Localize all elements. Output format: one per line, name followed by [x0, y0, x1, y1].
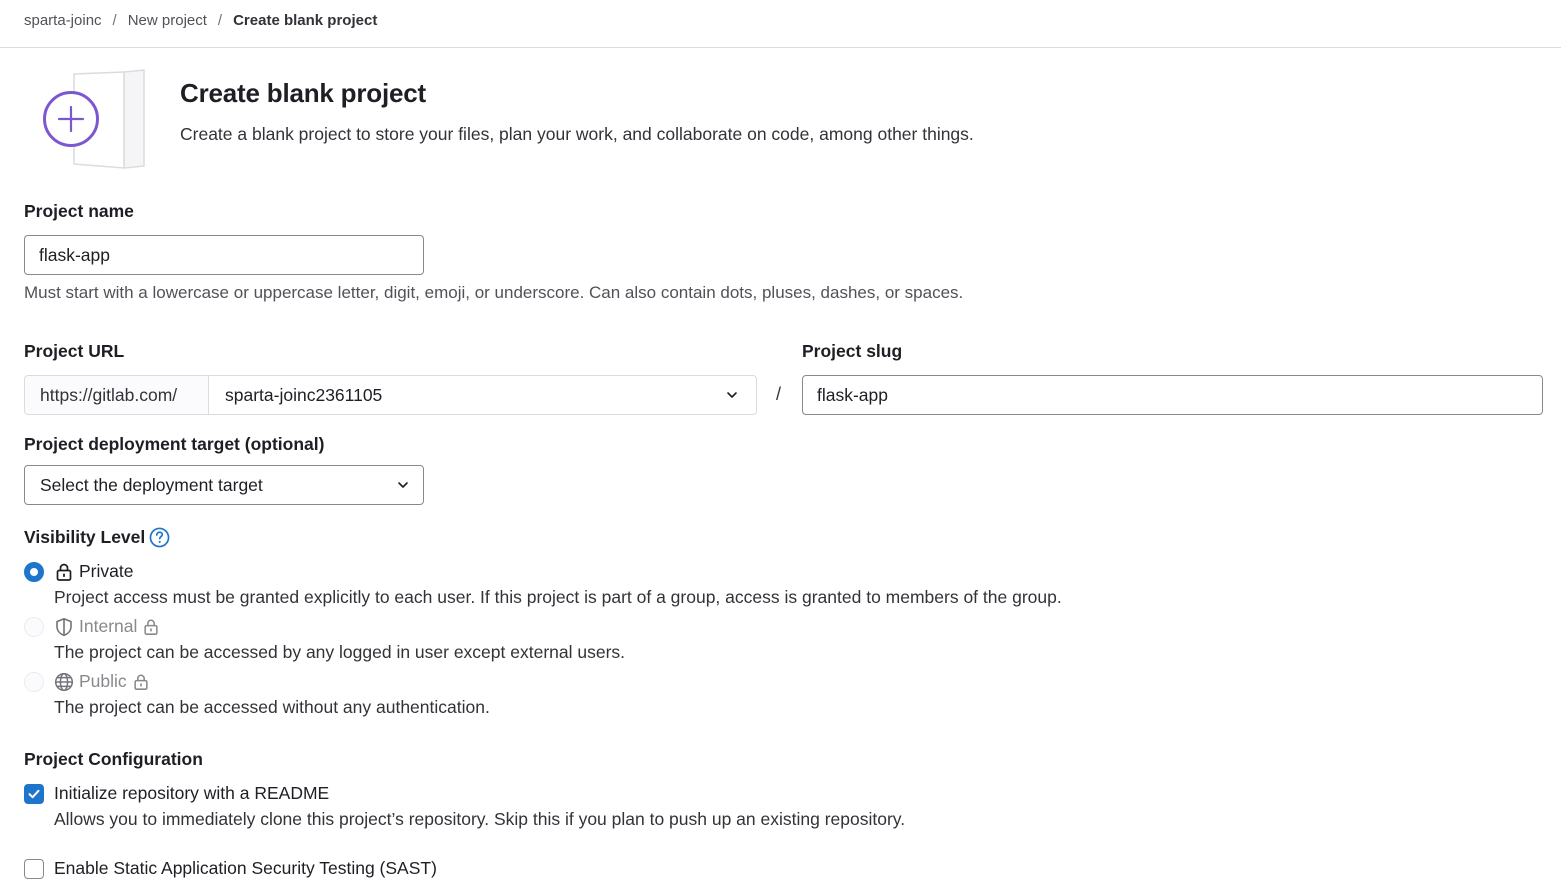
project-url-prefix: https://gitlab.com/ [24, 375, 208, 415]
page-description: Create a blank project to store your fil… [180, 124, 974, 144]
deployment-target-selected: Select the deployment target [40, 474, 263, 495]
project-slug-label: Project slug [802, 341, 903, 361]
deployment-target-label: Project deployment target (optional) [24, 434, 325, 454]
project-url-group: https://gitlab.com/ sparta-joinc2361105 [24, 375, 757, 415]
help-icon[interactable] [149, 527, 170, 548]
page-title: Create blank project [180, 78, 426, 108]
sast-option[interactable]: Enable Static Application Security Testi… [24, 858, 437, 879]
project-name-help: Must start with a lowercase or uppercase… [24, 283, 964, 302]
visibility-option-public: Public [24, 671, 150, 692]
globe-icon [54, 672, 74, 691]
visibility-private-description: Project access must be granted explicitl… [54, 587, 1062, 607]
visibility-option-internal: Internal [24, 616, 160, 637]
visibility-private-label: Private [79, 561, 134, 581]
breadcrumb-item-group[interactable]: sparta-joinc [24, 12, 102, 29]
breadcrumb-item-new-project[interactable]: New project [128, 12, 207, 29]
visibility-option-private[interactable]: Private [24, 561, 133, 582]
breadcrumb-current[interactable]: Create blank project [233, 12, 377, 29]
breadcrumb-separator: / [112, 11, 117, 29]
chevron-down-icon [398, 482, 408, 488]
readme-option[interactable]: Initialize repository with a README [24, 783, 329, 804]
project-configuration-label: Project Configuration [24, 749, 203, 769]
project-url-label: Project URL [24, 341, 125, 361]
readme-label: Initialize repository with a README [54, 783, 330, 803]
lock-icon [144, 619, 158, 635]
sast-checkbox[interactable] [24, 858, 44, 879]
lock-icon [56, 563, 72, 581]
blank-project-illustration [43, 69, 145, 169]
namespace-dropdown[interactable]: sparta-joinc2361105 [208, 375, 757, 415]
deployment-target-select[interactable]: Select the deployment target [24, 465, 424, 505]
namespace-selected: sparta-joinc2361105 [225, 384, 383, 405]
header-divider [0, 47, 1561, 48]
url-slug-separator: / [776, 384, 782, 404]
shield-icon [56, 617, 72, 636]
radio-internal [24, 616, 44, 637]
visibility-internal-description: The project can be accessed by any logge… [54, 642, 626, 662]
visibility-public-description: The project can be accessed without any … [54, 697, 490, 717]
chevron-down-icon [727, 392, 737, 398]
radio-public [24, 671, 44, 692]
visibility-level-text: Visibility Level [24, 527, 146, 547]
visibility-internal-label: Internal [79, 616, 138, 636]
breadcrumb-separator: / [217, 11, 223, 29]
sast-label: Enable Static Application Security Testi… [54, 858, 437, 878]
project-name-label: Project name [24, 201, 134, 221]
project-slug-input[interactable] [802, 375, 1543, 415]
readme-description: Allows you to immediately clone this pro… [54, 809, 906, 829]
visibility-public-label: Public [79, 671, 127, 691]
lock-icon [134, 674, 148, 690]
project-name-input[interactable] [24, 235, 424, 275]
check-icon [28, 789, 40, 798]
visibility-level-label: Visibility Level [24, 527, 170, 548]
breadcrumb: sparta-joinc / New project / Create blan… [24, 0, 377, 40]
readme-checkbox[interactable] [24, 783, 44, 804]
radio-private[interactable] [24, 561, 44, 582]
